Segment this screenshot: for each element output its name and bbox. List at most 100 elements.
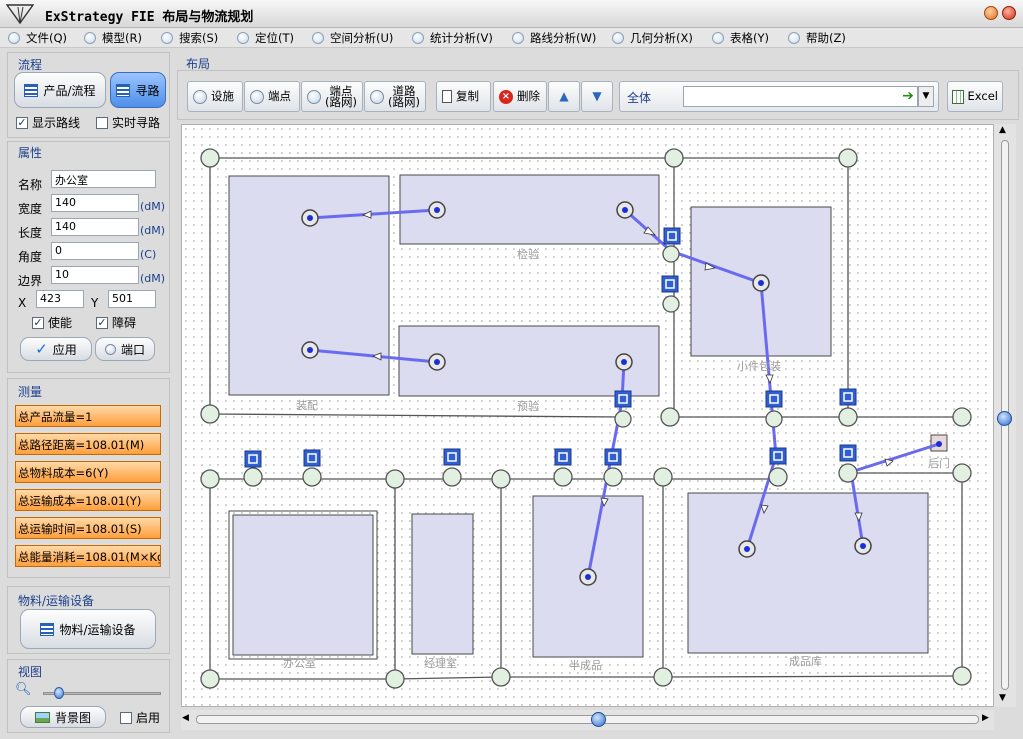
length-field[interactable]: 140 [51, 218, 139, 236]
route-finding-button[interactable]: 寻路 [110, 72, 166, 108]
filter-label: 全体 [627, 91, 652, 105]
scroll-up-arrow-icon[interactable]: ▲ [999, 125, 1006, 135]
triangle-down-icon: ▼ [592, 89, 602, 103]
label-manager: 经理室 [424, 656, 457, 670]
menu-geometry[interactable]: 几何分析(X) [612, 30, 693, 46]
scroll-left-arrow-icon[interactable]: ◀ [182, 713, 189, 723]
road-network-tool-button[interactable]: 道路 (路网) [364, 81, 426, 112]
layout-canvas[interactable]: 装配 检验 预验 小件包装 办公室 经理室 半成品 成品库 后门 [181, 124, 994, 707]
menu-help[interactable]: 帮助(Z) [788, 30, 846, 46]
menu-statistics[interactable]: 统计分析(V) [412, 30, 493, 46]
vertical-scrollbar[interactable]: ▲ ▼ [994, 124, 1016, 707]
delete-button[interactable]: × 删除 [493, 81, 547, 112]
go-arrow-icon[interactable]: ➔ [899, 86, 917, 107]
angle-field[interactable]: 0 [51, 242, 139, 260]
label-office: 办公室 [283, 656, 316, 670]
endpoint-network-radio-icon [307, 89, 321, 104]
background-image-button[interactable]: 背景图 [20, 706, 106, 728]
checkmark-icon: ✓ [35, 340, 48, 358]
scroll-right-arrow-icon[interactable]: ▶ [982, 713, 989, 723]
measure-item: 总产品流量=1 [15, 405, 161, 427]
menu-route[interactable]: 路线分析(W) [512, 30, 596, 46]
facility-tool-button[interactable]: 设施 [187, 81, 243, 112]
horizontal-scroll-thumb[interactable] [591, 712, 606, 727]
filter-dropdown-button[interactable]: ▼ [918, 86, 934, 107]
port-button[interactable]: 端口 [95, 337, 155, 361]
name-field[interactable]: 办公室 [51, 170, 156, 188]
zoom-icon: 🔍︎ [15, 682, 32, 697]
length-unit: (dM) [140, 224, 166, 237]
filter-input[interactable] [683, 86, 918, 107]
measure-item: 总运输时间=108.01(S) [15, 517, 161, 539]
menu-table[interactable]: 表格(Y) [712, 30, 769, 46]
product-flow-button[interactable]: 产品/流程 [14, 72, 106, 108]
menu-search[interactable]: 搜索(S) [161, 30, 218, 46]
menu-bar: 文件(Q) 模型(R) 搜索(S) 定位(T) 空间分析(U) 统计分析(V) … [0, 28, 1023, 48]
obstacle-checkbox[interactable]: ✓ 障碍 [96, 314, 136, 331]
menu-radio-icon [788, 32, 800, 44]
border-label: 边界 [18, 274, 43, 288]
menu-locate[interactable]: 定位(T) [237, 30, 294, 46]
facility-manager [411, 513, 474, 655]
horizontal-scroll-track[interactable] [196, 715, 979, 724]
width-field[interactable]: 140 [51, 194, 139, 212]
empty-checkbox-icon [96, 116, 108, 129]
label-finished: 成品库 [789, 655, 822, 668]
border-unit: (dM) [140, 272, 166, 285]
angle-label: 角度 [18, 250, 43, 264]
measure-section-title: 测量 [18, 385, 43, 399]
delete-icon: × [499, 89, 513, 104]
background-enable-checkbox[interactable]: 启用 [120, 709, 160, 726]
move-down-button[interactable]: ▼ [581, 81, 613, 112]
menu-radio-icon [612, 32, 624, 44]
minimize-button[interactable] [984, 6, 998, 20]
move-up-button[interactable]: ▲ [548, 81, 580, 112]
enable-checkbox[interactable]: ✓ 使能 [32, 314, 72, 331]
width-label: 宽度 [18, 202, 43, 216]
endpoint-radio-icon [250, 89, 264, 104]
x-field[interactable]: 423 [36, 290, 84, 308]
checkmark-icon: ✓ [16, 115, 28, 129]
show-route-checkbox[interactable]: ✓ 显示路线 [16, 114, 80, 131]
menu-model[interactable]: 模型(R) [84, 30, 142, 46]
vertical-scroll-thumb[interactable] [997, 411, 1012, 426]
y-field[interactable]: 501 [108, 290, 156, 308]
material-section-title: 物料/运输设备 [18, 594, 95, 608]
image-icon [34, 711, 50, 723]
menu-radio-icon [512, 32, 524, 44]
scroll-down-arrow-icon[interactable]: ▼ [999, 693, 1006, 703]
border-field[interactable]: 10 [51, 266, 139, 284]
name-label: 名称 [18, 178, 43, 192]
excel-icon [952, 89, 964, 104]
label-small-pack: 小件包装 [737, 360, 781, 373]
facility-assembly [228, 175, 390, 396]
y-label: Y [91, 296, 99, 310]
port-icon [104, 343, 116, 355]
length-label: 长度 [18, 226, 43, 240]
horizontal-scrollbar[interactable]: ◀ ▶ [181, 710, 994, 730]
x-label: X [18, 296, 27, 310]
copy-button[interactable]: 复制 [436, 81, 491, 112]
view-panel: 视图 🔍︎ 背景图 启用 [7, 659, 170, 733]
facility-radio-icon [193, 89, 207, 104]
excel-export-button[interactable]: Excel [947, 81, 1003, 112]
endpoint-network-tool-button[interactable]: 端点 (路网) [301, 81, 363, 112]
road-network-radio-icon [370, 89, 384, 104]
label-semi: 半成品 [569, 658, 602, 672]
angle-unit: (C) [140, 248, 157, 261]
properties-section-title: 属性 [18, 146, 43, 160]
layout-drawing: 装配 检验 预验 小件包装 办公室 经理室 半成品 成品库 后门 [200, 148, 972, 689]
close-button[interactable] [1002, 6, 1016, 20]
menu-spatial[interactable]: 空间分析(U) [312, 30, 393, 46]
checkmark-icon: ✓ [32, 315, 44, 329]
realtime-route-checkbox[interactable]: 实时寻路 [96, 114, 160, 131]
menu-radio-icon [712, 32, 724, 44]
zoom-slider-handle[interactable] [54, 687, 64, 699]
endpoint-tool-button[interactable]: 端点 [244, 81, 300, 112]
material-panel: 物料/运输设备 物料/运输设备 [7, 586, 170, 654]
apply-button[interactable]: ✓ 应用 [20, 337, 92, 361]
measure-item: 总路径距离=108.01(M) [15, 433, 161, 455]
menu-file[interactable]: 文件(Q) [8, 30, 67, 46]
material-equipment-button[interactable]: 物料/运输设备 [20, 609, 156, 649]
width-unit: (dM) [140, 200, 166, 213]
